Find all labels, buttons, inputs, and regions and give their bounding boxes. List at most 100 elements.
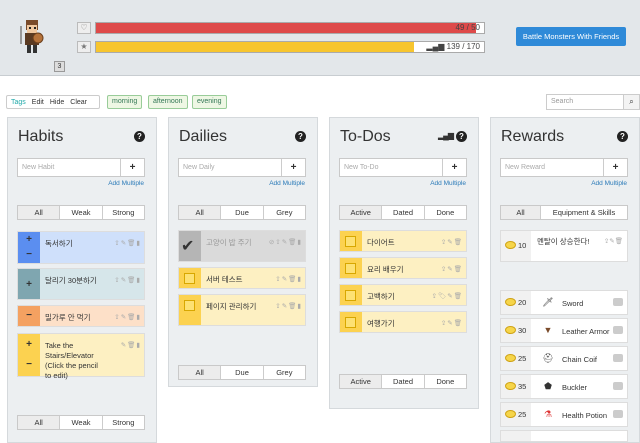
task-action-icons[interactable]: ⊘⇪✎🗑▮ [269, 238, 302, 246]
checkbox[interactable] [345, 290, 356, 301]
plus-button[interactable]: + [18, 279, 40, 290]
help-icon[interactable]: ? [295, 131, 306, 142]
tab-strong[interactable]: Strong [103, 416, 144, 429]
add-todo-button[interactable]: + [442, 159, 466, 176]
task-action-icons[interactable]: ✎🗑▮ [121, 341, 141, 349]
rewards-tabs: All Equipment & Skills [500, 205, 628, 220]
tag-morning[interactable]: morning [107, 95, 143, 109]
info-bubble-icon[interactable] [613, 354, 623, 362]
reward-cost-button[interactable]: 25 [501, 403, 531, 426]
help-icon[interactable]: ? [456, 131, 467, 142]
add-daily-button[interactable]: + [281, 159, 305, 176]
heart-icon: ♡ [77, 22, 91, 34]
checkbox[interactable] [345, 263, 356, 274]
tab-weak[interactable]: Weak [60, 206, 103, 219]
tab-grey[interactable]: Grey [264, 366, 305, 379]
new-todo-input[interactable]: New To-Do + [339, 158, 467, 177]
reward-cost-button[interactable]: 25 [501, 347, 531, 370]
tags-button[interactable]: Tags [11, 99, 26, 106]
tab-due[interactable]: Due [221, 366, 264, 379]
info-bubble-icon[interactable] [613, 382, 623, 390]
info-bubble-icon[interactable] [613, 298, 623, 306]
reward-cost-button[interactable]: 35 [501, 375, 531, 398]
info-bubble-icon[interactable] [613, 410, 623, 418]
new-reward-input[interactable]: New Reward + [500, 158, 628, 177]
reward-cost-button[interactable]: 20 [501, 291, 531, 314]
add-multiple-link[interactable]: Add Multiple [269, 180, 305, 187]
task-action-icons[interactable]: ⇪✎🗑▮ [275, 302, 302, 310]
minus-button[interactable]: − [18, 249, 40, 260]
tab-done[interactable]: Done [425, 375, 466, 388]
tab-all[interactable]: All [18, 416, 61, 429]
add-multiple-link[interactable]: Add Multiple [430, 180, 466, 187]
info-bubble-icon[interactable] [613, 326, 623, 334]
tag-afternoon[interactable]: afternoon [148, 95, 188, 109]
add-reward-button[interactable]: + [603, 159, 627, 176]
tag-evening[interactable]: evening [192, 95, 227, 109]
daily-item: 페이지 관리하기 ⇪✎🗑▮ [178, 294, 306, 326]
daily-text: 페이지 관리하기 [206, 302, 257, 311]
tab-weak[interactable]: Weak [60, 416, 103, 429]
checkbox[interactable] [184, 300, 195, 311]
tab-all[interactable]: All [179, 206, 222, 219]
todo-item: 다이어트 ⇪✎🗑 [339, 230, 467, 252]
task-action-icons[interactable]: ⇪✎🗑 [604, 237, 623, 245]
health-value: 49 / 50 [455, 23, 480, 32]
gold-coin-icon [505, 241, 516, 249]
task-action-icons[interactable]: ⇪✎🗑▮ [275, 275, 302, 283]
reward-cost-button[interactable]: 10 [501, 231, 531, 261]
todo-text: 고백하기 [367, 292, 395, 301]
dailies-tabs: All Due Grey [178, 205, 306, 220]
add-habit-button[interactable]: + [120, 159, 144, 176]
hide-tags-button[interactable]: Hide [50, 99, 64, 106]
help-icon[interactable]: ? [617, 131, 628, 142]
minus-button[interactable]: − [18, 310, 40, 321]
task-action-icons[interactable]: ⇪✎🗑▮ [114, 313, 141, 321]
tab-active[interactable]: Active [340, 375, 383, 388]
habit-item: + − 독서하기 ⇪✎🗑▮ [17, 231, 145, 264]
plus-button[interactable]: + [18, 339, 40, 350]
checkbox[interactable] [184, 273, 195, 284]
search-input[interactable]: Search [546, 94, 624, 110]
todo-item: 고백하기 ⇪🏷✎🗑 [339, 284, 467, 306]
checkbox[interactable] [345, 236, 356, 247]
tab-due[interactable]: Due [221, 206, 264, 219]
task-action-icons[interactable]: ⇪🏷✎🗑 [432, 292, 463, 300]
checkbox[interactable] [345, 317, 356, 328]
task-action-icons[interactable]: ⇪✎🗑 [441, 319, 463, 327]
search-icon[interactable]: ⌕ [623, 94, 640, 110]
reward-cost-button[interactable]: 30 [501, 319, 531, 342]
checkmark-icon[interactable]: ✔ [181, 236, 194, 256]
help-icon[interactable]: ? [134, 131, 145, 142]
task-action-icons[interactable]: ⇪✎🗑 [441, 265, 463, 273]
tab-all[interactable]: All [18, 206, 61, 219]
clear-tags-button[interactable]: Clear [70, 99, 87, 106]
tab-dated[interactable]: Dated [382, 375, 425, 388]
reward-item: 30 ▼ Leather Armor [500, 318, 628, 343]
signal-icon[interactable]: ▂▄▆ [438, 131, 454, 140]
tab-all[interactable]: All [179, 366, 222, 379]
battle-monsters-button[interactable]: Battle Monsters With Friends [516, 27, 626, 46]
tab-all[interactable]: All [501, 206, 541, 219]
minus-button[interactable]: − [18, 359, 40, 370]
edit-tags-button[interactable]: Edit [32, 99, 44, 106]
task-action-icons[interactable]: ⇪✎🗑▮ [114, 239, 141, 247]
plus-button[interactable]: + [18, 234, 40, 245]
experience-value: ▂▄▆ 139 / 170 [426, 42, 480, 51]
helmet-icon: ⛑ [542, 353, 554, 363]
task-action-icons[interactable]: ⇪✎🗑 [441, 238, 463, 246]
tab-active[interactable]: Active [340, 206, 383, 219]
tab-grey[interactable]: Grey [264, 206, 305, 219]
tab-dated[interactable]: Dated [382, 206, 425, 219]
new-daily-input[interactable]: New Daily + [178, 158, 306, 177]
habit-item: + − Take the Stairs/Elevator (Click the … [17, 333, 145, 380]
reward-name: Health Potion [562, 411, 608, 420]
add-multiple-link[interactable]: Add Multiple [591, 180, 627, 187]
new-habit-input[interactable]: New Habit + [17, 158, 145, 177]
task-action-icons[interactable]: ⇪✎🗑▮ [114, 276, 141, 284]
tab-strong[interactable]: Strong [103, 206, 144, 219]
todo-text: 요리 배우기 [367, 265, 404, 274]
tab-equipment-skills[interactable]: Equipment & Skills [541, 206, 627, 219]
add-multiple-link[interactable]: Add Multiple [108, 180, 144, 187]
tab-done[interactable]: Done [425, 206, 466, 219]
